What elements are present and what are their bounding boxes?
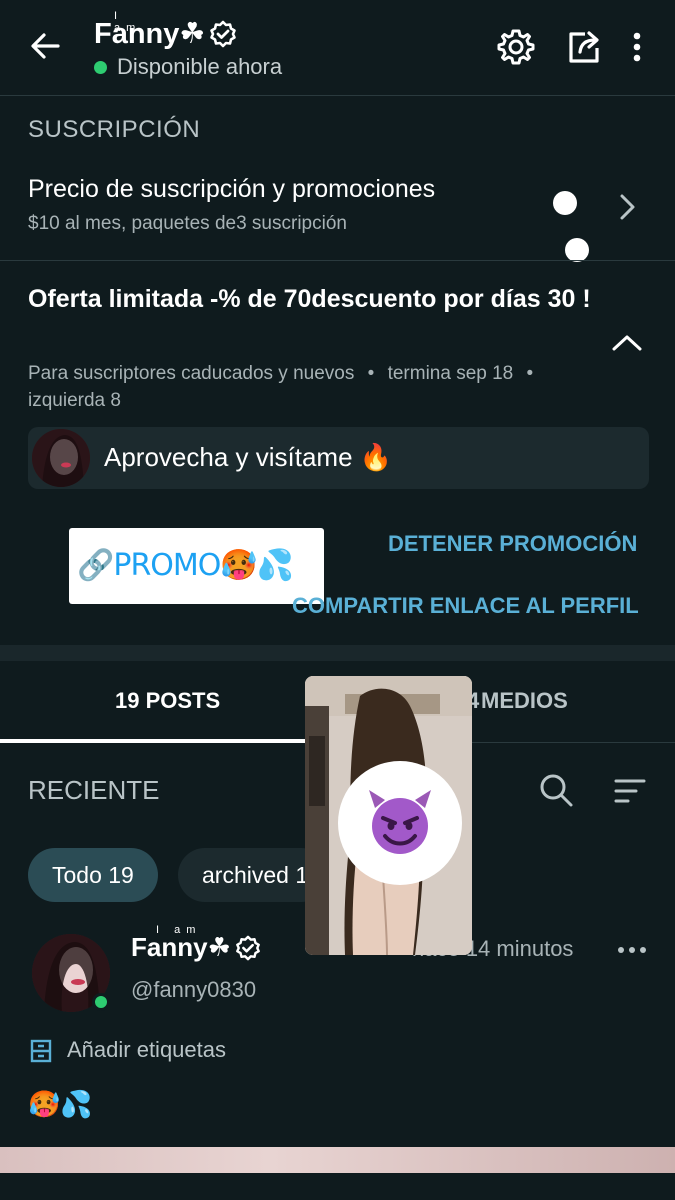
section-separator: [0, 645, 675, 661]
more-horizontal-icon[interactable]: [617, 943, 647, 957]
online-indicator: [94, 60, 107, 74]
feed-section-title: RECIENTE: [28, 775, 160, 805]
gear-icon[interactable]: [497, 28, 535, 66]
smiling-devil-icon: [369, 790, 431, 854]
promo-message: Aprovecha y visítame 🔥: [28, 427, 649, 489]
search-icon[interactable]: [538, 772, 574, 808]
profile-name: Fanny☘: [94, 18, 206, 50]
promo-sticker: 🔗PROMO🥵💦: [69, 528, 324, 604]
share-icon[interactable]: [565, 28, 603, 66]
overlay-dot: [553, 191, 577, 215]
back-arrow-icon[interactable]: [28, 28, 64, 64]
tag-icon[interactable]: [30, 1039, 52, 1063]
availability-status: Disponible ahora: [94, 54, 282, 80]
tab-posts[interactable]: 19 POSTS: [115, 688, 220, 714]
offer-end-date: termina sep 18: [387, 363, 514, 384]
add-tags-button[interactable]: Añadir etiquetas: [67, 1037, 226, 1063]
top-bar: I am Fanny☘ Disponible ahora: [0, 0, 675, 96]
online-indicator: [92, 993, 110, 1011]
share-profile-link-button[interactable]: COMPARTIR ENLACE AL PERFIL: [292, 593, 639, 619]
subscription-price-row[interactable]: Precio de suscripción y promociones: [28, 175, 435, 204]
active-tab-indicator: [0, 739, 337, 743]
status-text: Disponible ahora: [117, 54, 283, 79]
chevron-up-icon[interactable]: [610, 328, 644, 358]
subscription-price-summary: $10 al mes, paquetes de3 suscripción: [28, 213, 347, 234]
post-author[interactable]: Fanny☘: [131, 932, 261, 963]
chevron-right-icon[interactable]: [612, 192, 642, 222]
post-author-handle[interactable]: @fanny0830: [131, 977, 256, 1003]
promo-message-text: Aprovecha y visítame 🔥: [104, 442, 393, 472]
sort-icon[interactable]: [612, 776, 648, 806]
section-title-subscription: SUSCRIPCIÓN: [28, 116, 201, 143]
divider: [0, 260, 675, 261]
tab-media[interactable]: MEDIOS: [481, 688, 568, 714]
offer-audience: Para suscriptores caducados y nuevos: [28, 363, 355, 384]
overlay-dot: [565, 238, 589, 262]
stop-promotion-button[interactable]: DETENER PROMOCIÓN: [388, 531, 637, 557]
post-author-name: Fanny☘: [131, 932, 231, 962]
post-body: 🥵💦: [28, 1090, 93, 1120]
offer-days-left: izquierda 8: [28, 390, 121, 411]
post-media-preview[interactable]: [0, 1147, 675, 1173]
verified-badge-icon: [235, 935, 260, 960]
devil-emoji-sticker: [338, 761, 462, 885]
filter-chip-all[interactable]: Todo 19: [28, 848, 158, 902]
offer-title: Oferta limitada -% de 70descuento por dí…: [28, 285, 591, 313]
more-vertical-icon[interactable]: [622, 28, 652, 66]
avatar: [32, 429, 90, 487]
offer-meta: Para suscriptores caducados y nuevos • t…: [28, 363, 534, 411]
promo-sticker-text: 🔗PROMO🥵💦: [77, 548, 294, 583]
verified-badge-icon: [210, 20, 237, 47]
